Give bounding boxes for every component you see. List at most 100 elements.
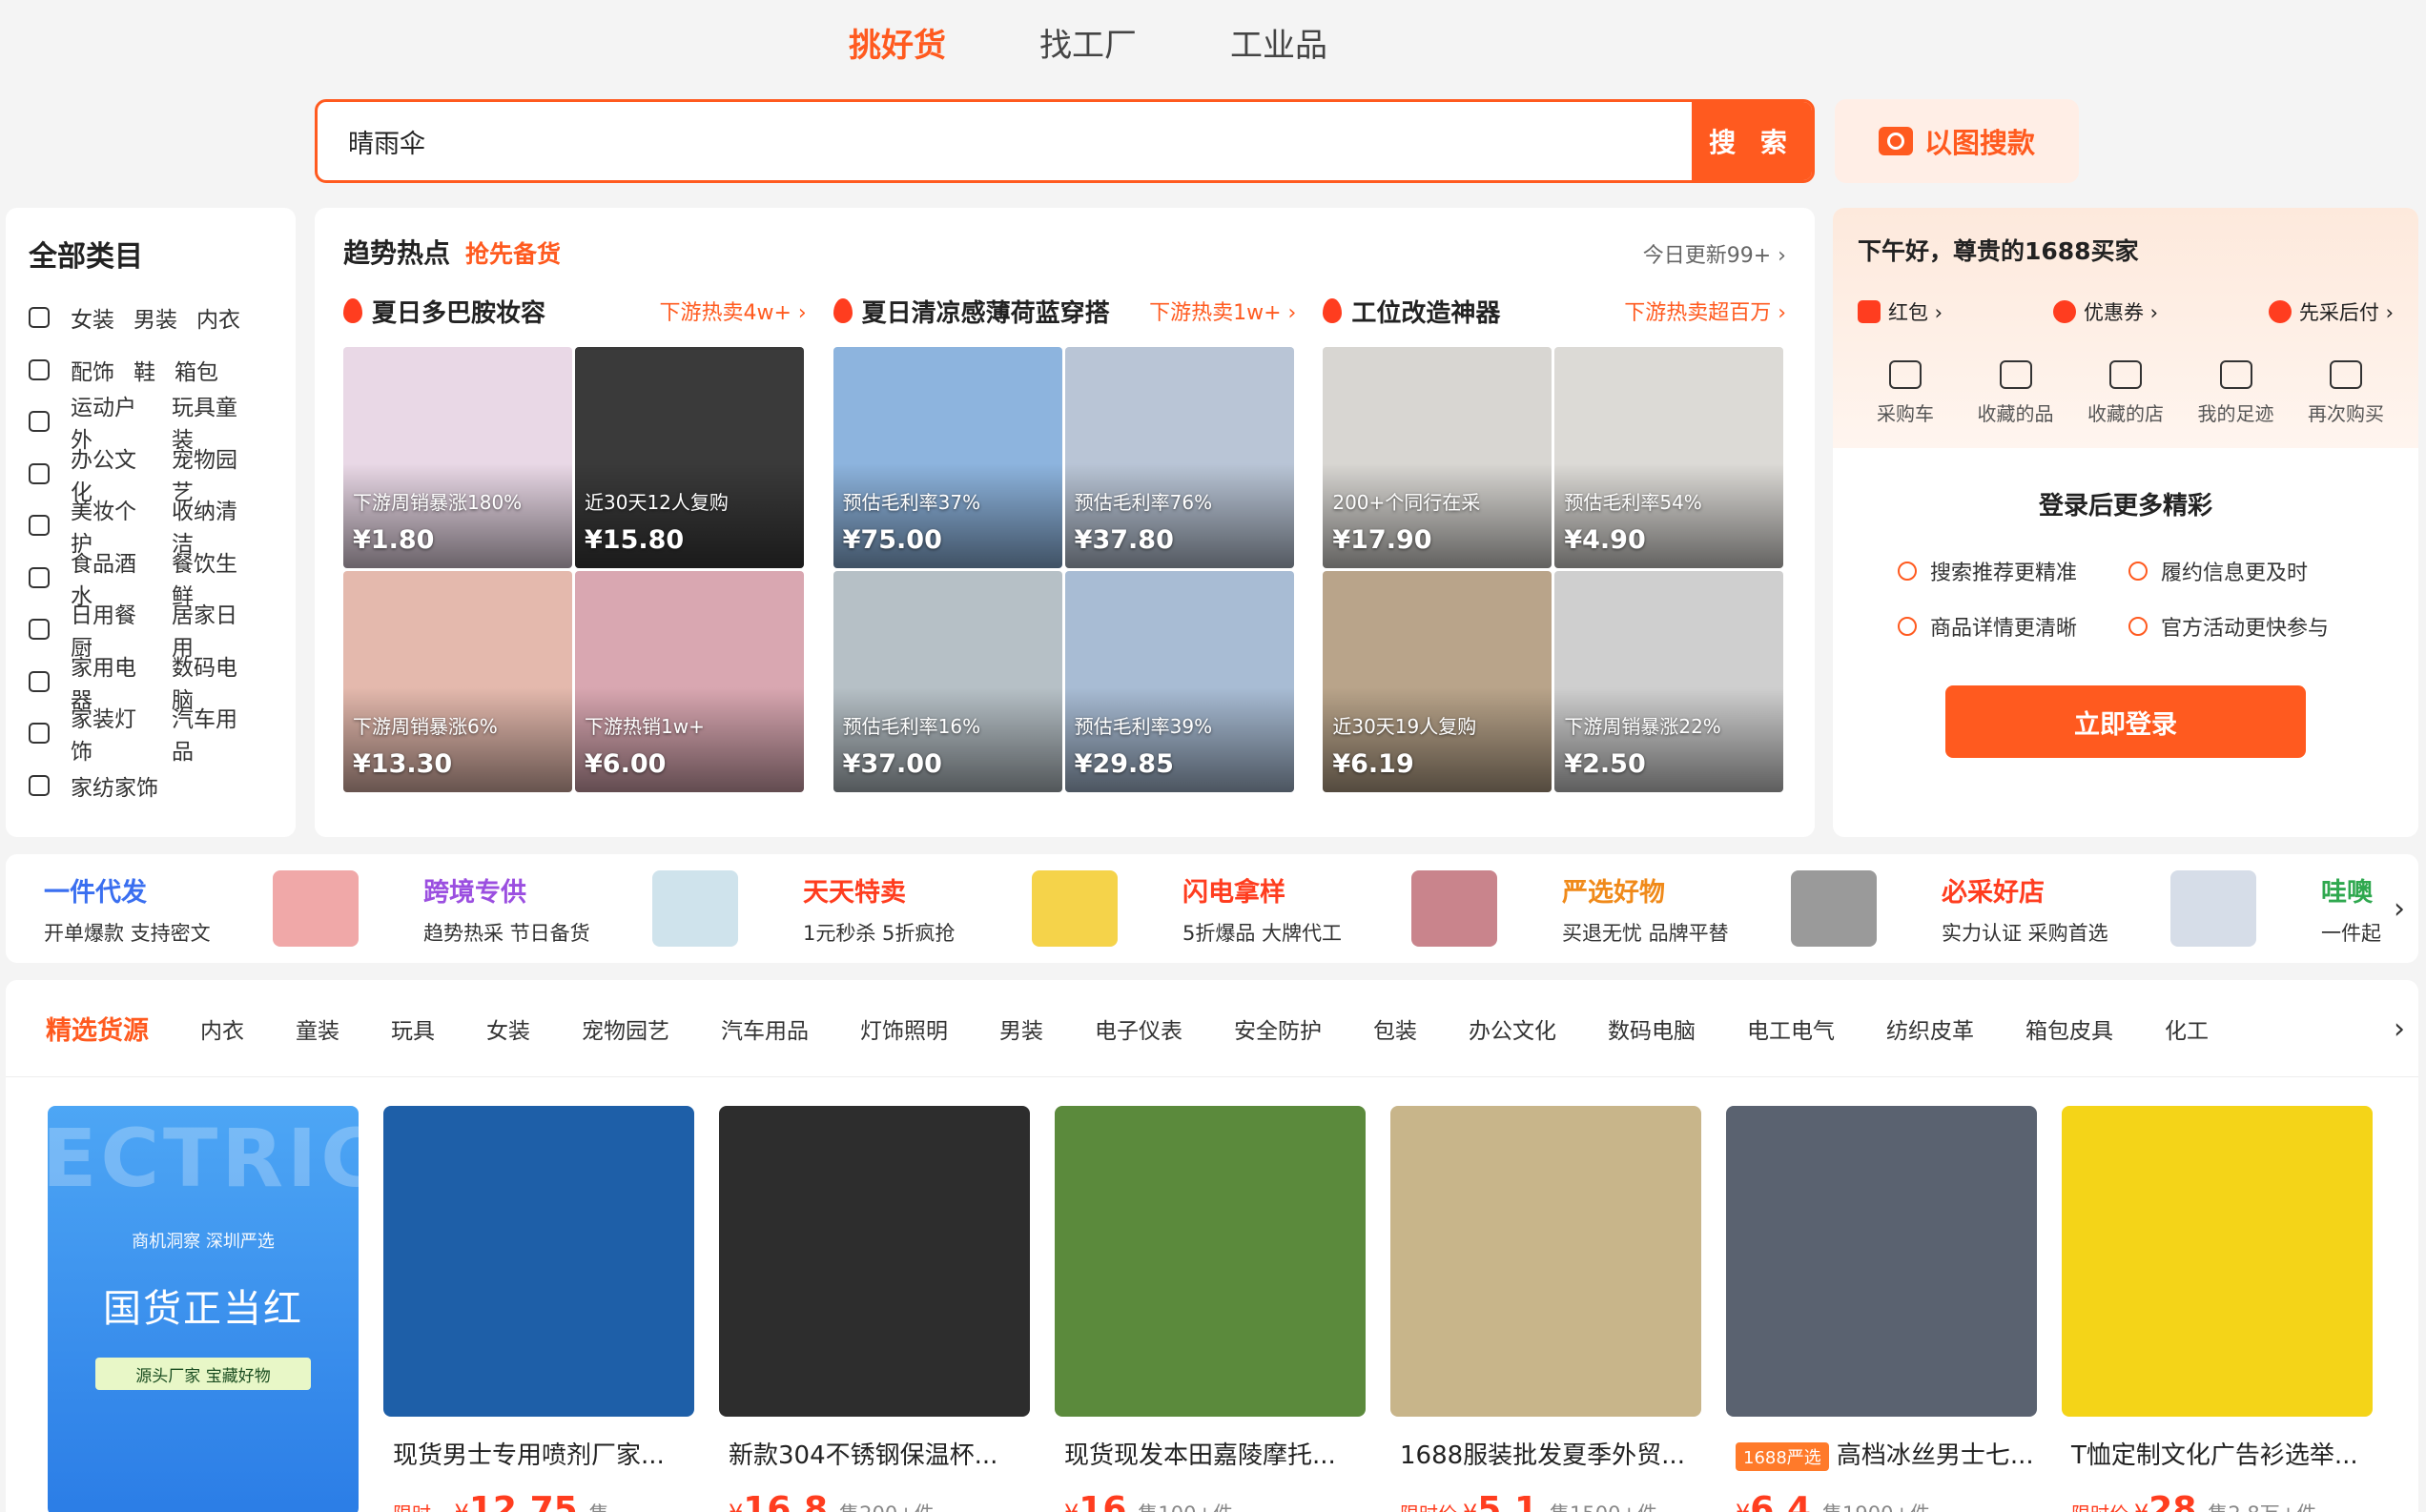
search-input[interactable] (318, 102, 1692, 180)
category-tab[interactable]: 电工电气 (1747, 1012, 1835, 1045)
promo-card[interactable]: 严选好物 买退无忧 品牌平替 (1562, 870, 1942, 947)
login-button[interactable]: 立即登录 (1945, 685, 2306, 758)
trend-group-header: 夏日多巴胺妆容 下游热卖4w+ › (343, 292, 807, 330)
promo-title: 闪电拿样 (1182, 877, 1285, 908)
category-tab[interactable]: 女装 (486, 1012, 530, 1045)
tab-industrial[interactable]: 工业品 (1230, 19, 1327, 76)
trend-group-tag[interactable]: 下游热卖4w+ › (659, 296, 806, 326)
trend-update-link[interactable]: 今日更新99+ › (1643, 238, 1786, 269)
category-link[interactable]: 家纺家饰 (71, 769, 158, 802)
category-tab[interactable]: 精选货源 (46, 1010, 149, 1047)
trend-product[interactable]: 200+个同行在采 ¥17.90 (1323, 347, 1552, 568)
category-tab[interactable]: 包装 (1373, 1012, 1417, 1045)
trend-group-tag[interactable]: 下游热卖1w+ › (1149, 296, 1296, 326)
product-card[interactable]: 现货现发本田嘉陵摩托... ¥16 售100+件 (1055, 1106, 1366, 1512)
chevron-right-icon[interactable]: › (2394, 1012, 2405, 1046)
product-card[interactable]: 1688严选高档冰丝男士七... ¥6.4 售1900+件 (1726, 1106, 2037, 1512)
trend-product[interactable]: 近30天19人复购 ¥6.19 (1323, 571, 1552, 792)
category-link[interactable]: 箱包 (175, 354, 218, 386)
trend-product-price: ¥15.80 (585, 525, 685, 555)
category-tab[interactable]: 纺织皮革 (1886, 1012, 1974, 1045)
product-card[interactable]: 新款304不锈钢保温杯... ¥16.8 售200+件 (719, 1106, 1030, 1512)
tab-find-factory[interactable]: 找工厂 (1039, 19, 1137, 76)
category-tab[interactable]: 玩具 (391, 1012, 435, 1045)
trend-product-label: 下游周销暴涨180% (353, 491, 523, 514)
category-row: 食品酒水 餐饮生鲜 (29, 552, 273, 609)
trend-product-price: ¥1.80 (353, 525, 435, 555)
trend-grid: 预估毛利率37% ¥75.00 预估毛利率76% ¥37.80 预估毛利率16% ¥37.… (833, 347, 1297, 792)
category-tab[interactable]: 内衣 (200, 1012, 244, 1045)
category-tab[interactable]: 电子仪表 (1095, 1012, 1182, 1045)
category-row: 家用电器 数码电脑 (29, 656, 273, 713)
trend-group-name[interactable]: 工位改造神器 (1351, 294, 1500, 329)
chevron-right-icon[interactable]: › (2394, 892, 2405, 926)
category-link[interactable]: 女装 (71, 301, 114, 334)
product-title: 1688服装批发夏季外贸... (1390, 1436, 1701, 1471)
category-tab[interactable]: 宠物园艺 (582, 1012, 669, 1045)
category-tab[interactable]: 化工 (2165, 1012, 2209, 1045)
category-tab[interactable]: 办公文化 (1469, 1012, 1556, 1045)
category-tabs: 精选货源 内衣 童装 玩具 女装 宠物园艺 汽车用品 灯饰照明 男装 电子仪表 安全防护 包装 办公文化… (6, 980, 2418, 1077)
quick-action[interactable]: 再次购买 (2298, 360, 2394, 426)
quick-action[interactable]: 我的足迹 (2189, 360, 2284, 426)
promo-text: 必采好店 实力认证 采购首选 (1942, 871, 2170, 947)
search-button[interactable]: 搜 索 (1692, 102, 1812, 180)
trend-product[interactable]: 预估毛利率54% ¥4.90 (1554, 347, 1784, 568)
category-link[interactable]: 配饰 (71, 354, 114, 386)
promo-card[interactable]: 跨境专供 趋势热采 节日备货 (423, 870, 803, 947)
promo-card[interactable]: 闪电拿样 5折爆品 大牌代工 (1182, 870, 1562, 947)
quick-action[interactable]: 收藏的品 (1968, 360, 2064, 426)
category-tab[interactable]: 安全防护 (1234, 1012, 1322, 1045)
trend-group-name[interactable]: 夏日清凉感薄荷蓝穿搭 (862, 294, 1110, 329)
trend-product[interactable]: 下游周销暴涨22% ¥2.50 (1554, 571, 1784, 792)
perk-label: 先采后付 › (2298, 301, 2394, 324)
promo-card[interactable]: 天天特卖 1元秒杀 5折疯抢 (803, 870, 1182, 947)
product-card[interactable]: 1688服装批发夏季外贸... 限时价 ¥5.1 售1500+件 (1390, 1106, 1701, 1512)
trend-product[interactable]: 下游周销暴涨6% ¥13.30 (343, 571, 572, 792)
pay-later-icon (2268, 300, 2292, 323)
benefit-item: 履约信息更及时 (2128, 556, 2359, 586)
category-link[interactable]: 家装灯饰 (71, 701, 153, 766)
trend-product[interactable]: 下游周销暴涨180% ¥1.80 (343, 347, 572, 568)
category-link[interactable]: 鞋 (134, 354, 155, 386)
trend-subtitle: 抢先备货 (465, 240, 562, 268)
trend-product[interactable]: 近30天12人复购 ¥15.80 (575, 347, 804, 568)
hero-banner[interactable]: ECTRIC 商机洞察 深圳严选 国货正当红 源头厂家 宝藏好物 (48, 1106, 359, 1512)
product-title: 现货男士专用喷剂厂家... (383, 1436, 694, 1471)
category-link[interactable]: 男装 (134, 301, 177, 334)
trend-product[interactable]: 下游热销1w+ ¥6.00 (575, 571, 804, 792)
image-search-button[interactable]: 以图搜款 (1835, 99, 2079, 183)
trend-product[interactable]: 预估毛利率76% ¥37.80 (1064, 347, 1294, 568)
quick-action[interactable]: 采购车 (1858, 360, 1953, 426)
benefit-item: 官方活动更快参与 (2128, 611, 2359, 642)
promo-card[interactable]: 必采好店 实力认证 采购首选 (1942, 870, 2321, 947)
trend-group-tag[interactable]: 下游热卖超百万 › (1624, 296, 1786, 326)
category-row: 家装灯饰 汽车用品 (29, 707, 273, 765)
product-card[interactable]: T恤定制文化广告衫选举... 限时价 ¥28 售2.8万+件 (2062, 1106, 2373, 1512)
promo-desc: 开单爆款 支持密文 (44, 921, 211, 945)
pay-later-link[interactable]: 先采后付 › (2268, 297, 2394, 326)
product-sold: 售2.8万+件 (2208, 1499, 2316, 1512)
tab-pick-goods[interactable]: 挑好货 (849, 19, 946, 76)
red-packet-link[interactable]: 红包 › (1858, 297, 1943, 326)
coupon-link[interactable]: 优惠券 › (2052, 297, 2158, 326)
category-link[interactable]: 汽车用品 (172, 701, 254, 766)
trend-product[interactable]: 预估毛利率16% ¥37.00 (833, 571, 1062, 792)
promo-card[interactable]: 一件代发 开单爆款 支持密文 (44, 870, 423, 947)
category-tab[interactable]: 汽车用品 (721, 1012, 809, 1045)
category-tab[interactable]: 男装 (999, 1012, 1043, 1045)
category-tab[interactable]: 童装 (296, 1012, 339, 1045)
product-card[interactable]: 现货男士专用喷剂厂家... 限时价 ¥12.75 售1100+件 (383, 1106, 694, 1512)
hero-chip: 源头厂家 宝藏好物 (95, 1358, 311, 1390)
category-tab[interactable]: 灯饰照明 (860, 1012, 948, 1045)
quick-action[interactable]: 收藏的店 (2078, 360, 2173, 426)
category-tab[interactable]: 数码电脑 (1608, 1012, 1696, 1045)
trend-product[interactable]: 预估毛利率37% ¥75.00 (833, 347, 1062, 568)
category-tab[interactable]: 箱包皮具 (2025, 1012, 2113, 1045)
trend-group-name[interactable]: 夏日多巴胺妆容 (372, 294, 545, 329)
flame-icon (1323, 298, 1343, 323)
trend-product[interactable]: 预估毛利率39% ¥29.85 (1064, 571, 1294, 792)
promo-text: 闪电拿样 5折爆品 大牌代工 (1182, 871, 1411, 947)
category-link[interactable]: 内衣 (196, 301, 240, 334)
benefit-item: 商品详情更清晰 (1898, 611, 2128, 642)
